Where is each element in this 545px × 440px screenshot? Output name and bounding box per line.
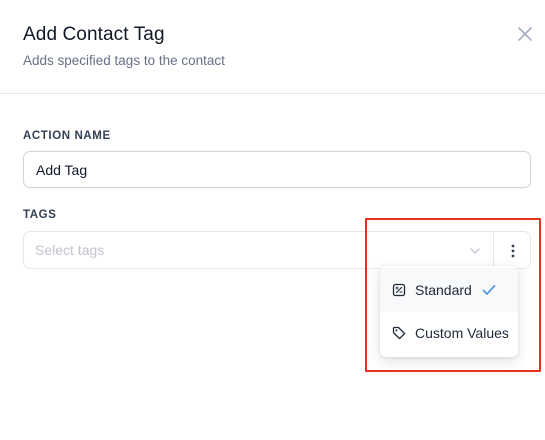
menu-item-custom-values[interactable]: Custom Values (380, 311, 518, 355)
panel-title: Add Contact Tag (23, 24, 165, 45)
close-button[interactable] (515, 24, 535, 44)
panel-header: Add Contact Tag Adds specified tags to t… (0, 0, 545, 94)
check-icon (482, 285, 496, 295)
standard-tag-icon (392, 283, 406, 297)
action-name-label: ACTION NAME (23, 130, 111, 142)
menu-item-standard[interactable]: Standard (380, 268, 518, 312)
chevron-down-icon (470, 248, 480, 254)
tags-select-placeholder: Select tags (35, 242, 105, 258)
more-vertical-icon (511, 244, 515, 258)
close-icon (518, 27, 532, 41)
add-contact-tag-panel: Add Contact Tag Adds specified tags to t… (0, 0, 545, 440)
tags-options-button[interactable] (493, 231, 531, 269)
tag-icon (392, 326, 406, 340)
tags-options-menu: Standard Custom Values (380, 266, 518, 357)
menu-item-custom-values-label: Custom Values (415, 325, 509, 341)
menu-item-standard-label: Standard (415, 282, 472, 298)
action-name-input[interactable] (23, 151, 531, 188)
tags-label: TAGS (23, 209, 57, 221)
panel-subtitle: Adds specified tags to the contact (23, 53, 225, 68)
tags-select[interactable]: Select tags (23, 231, 495, 269)
